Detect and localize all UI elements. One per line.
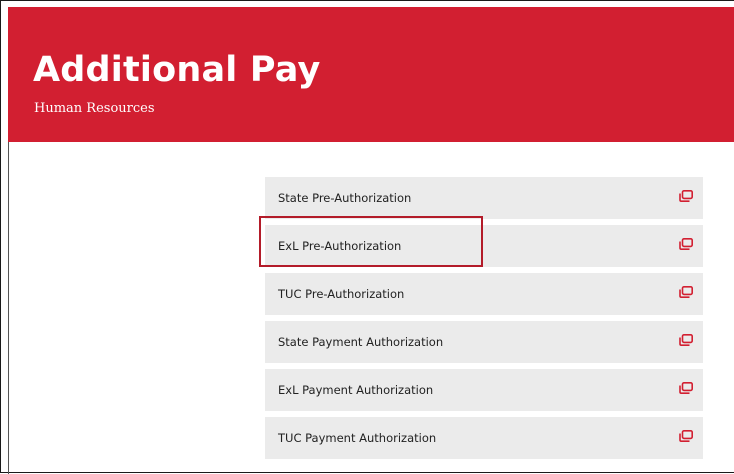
external-window-icon <box>679 238 693 250</box>
external-window-icon <box>679 382 693 394</box>
external-window-icon <box>679 190 693 202</box>
authorization-link-list: State Pre-Authorization ExL Pre-Authoriz… <box>265 177 703 465</box>
link-tuc-pre-authorization[interactable]: TUC Pre-Authorization <box>265 273 703 315</box>
link-tuc-payment-authorization[interactable]: TUC Payment Authorization <box>265 417 703 459</box>
link-state-payment-authorization[interactable]: State Payment Authorization <box>265 321 703 363</box>
left-divider <box>8 142 9 474</box>
link-label: State Pre-Authorization <box>278 191 412 205</box>
link-state-pre-authorization[interactable]: State Pre-Authorization <box>265 177 703 219</box>
link-label: State Payment Authorization <box>278 335 444 349</box>
external-window-icon <box>679 430 693 442</box>
page-subtitle: Human Resources <box>34 101 155 116</box>
link-label: ExL Pre-Authorization <box>278 239 402 253</box>
external-window-icon <box>679 334 693 346</box>
link-label: TUC Payment Authorization <box>278 431 437 445</box>
external-window-icon <box>679 286 693 298</box>
page-header-banner: Additional Pay Human Resources <box>8 7 734 142</box>
page-frame: Additional Pay Human Resources State Pre… <box>0 0 734 474</box>
link-exl-payment-authorization[interactable]: ExL Payment Authorization <box>265 369 703 411</box>
page-title: Additional Pay <box>33 50 321 90</box>
link-label: TUC Pre-Authorization <box>278 287 405 301</box>
link-exl-pre-authorization[interactable]: ExL Pre-Authorization <box>265 225 703 267</box>
link-label: ExL Payment Authorization <box>278 383 434 397</box>
